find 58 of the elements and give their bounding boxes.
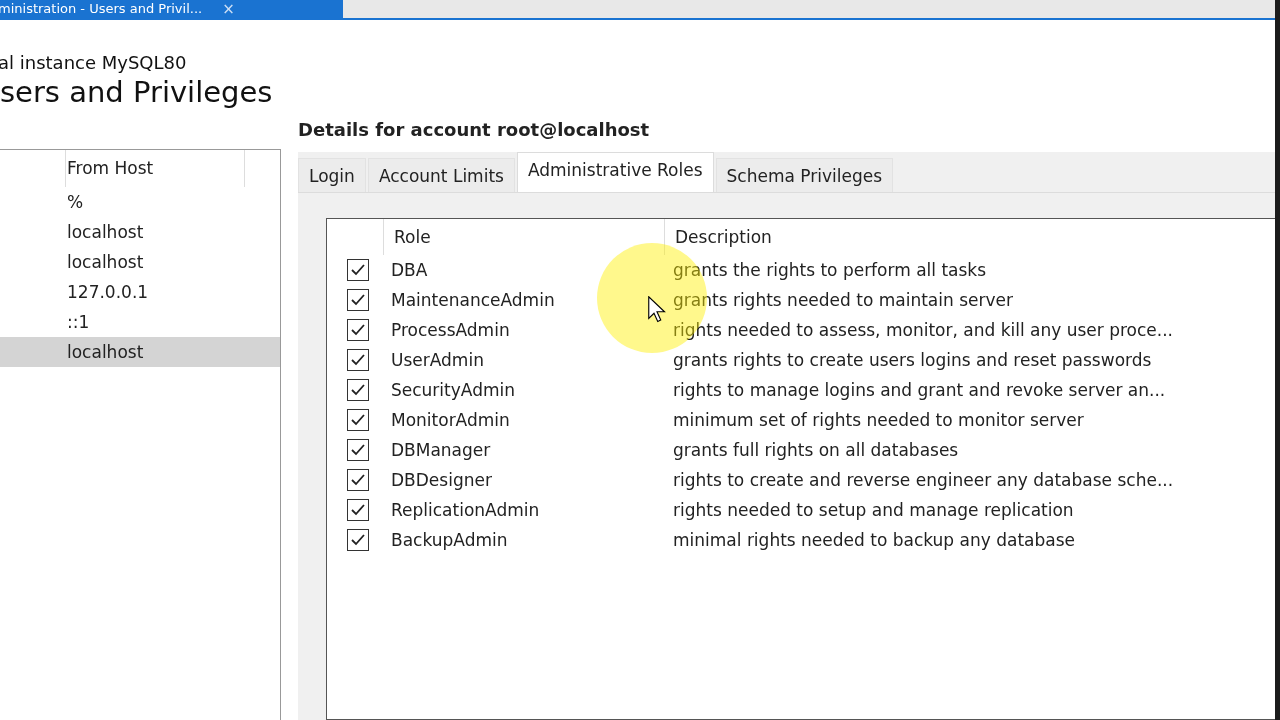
- checkbox[interactable]: [347, 319, 369, 341]
- host-row[interactable]: localhost: [0, 217, 280, 247]
- checkmark-icon: [350, 353, 366, 367]
- role-name: ProcessAdmin: [391, 320, 510, 340]
- checkmark-icon: [350, 263, 366, 277]
- tab[interactable]: Schema Privileges: [715, 158, 894, 192]
- role-description: rights to create and reverse engineer any database sche...: [673, 470, 1174, 490]
- column-header[interactable]: From Host: [65, 150, 245, 187]
- role-name: SecurityAdmin: [391, 380, 515, 400]
- role-description: rights needed to assess, monitor, and kill any user proce...: [673, 320, 1173, 340]
- checkbox[interactable]: [347, 499, 369, 521]
- checkmark-icon: [350, 533, 366, 547]
- tab[interactable]: Account Limits: [367, 158, 515, 192]
- checkmark-icon: [350, 443, 366, 457]
- tab[interactable]: Login: [298, 158, 366, 192]
- tab[interactable]: Administrative Roles: [516, 152, 714, 192]
- role-description: grants rights needed to maintain server: [673, 290, 1013, 310]
- host-row[interactable]: %: [0, 187, 280, 217]
- role-description: grants full rights on all databases: [673, 440, 959, 460]
- checkmark-icon: [350, 413, 366, 427]
- checkmark-icon: [350, 293, 366, 307]
- host-row[interactable]: localhost: [0, 337, 280, 367]
- checkbox[interactable]: [347, 349, 369, 371]
- checkmark-icon: [350, 473, 366, 487]
- role-description: grants the rights to perform all tasks: [673, 260, 987, 280]
- checkmark-icon: [350, 323, 366, 337]
- role-description: rights needed to setup and manage replication: [673, 500, 1074, 520]
- close-icon[interactable]: ×: [222, 1, 235, 17]
- host-row[interactable]: 127.0.0.1: [0, 277, 280, 307]
- host-row[interactable]: ::1: [0, 307, 280, 337]
- role-description: minimum set of rights needed to monitor server: [673, 410, 1084, 430]
- role-name: MonitorAdmin: [391, 410, 510, 430]
- checkbox[interactable]: [347, 529, 369, 551]
- checkbox[interactable]: [347, 289, 369, 311]
- document-tab[interactable]: ministration - Users and Privil... ×: [0, 0, 343, 18]
- role-name: DBDesigner: [391, 470, 492, 490]
- role-description: minimal rights needed to backup any database: [673, 530, 1075, 550]
- role-name: MaintenanceAdmin: [391, 290, 555, 310]
- checkbox[interactable]: [347, 409, 369, 431]
- role-name: ReplicationAdmin: [391, 500, 540, 520]
- role-name: DBManager: [391, 440, 491, 460]
- role-name: BackupAdmin: [391, 530, 508, 550]
- role-description: grants rights to create users logins and reset passwords: [673, 350, 1152, 370]
- role-name: DBA: [391, 260, 428, 280]
- role-description: rights to manage logins and grant and revoke server an...: [673, 380, 1166, 400]
- checkbox[interactable]: [347, 379, 369, 401]
- role-name: UserAdmin: [391, 350, 484, 370]
- checkbox[interactable]: [347, 439, 369, 461]
- checkmark-icon: [350, 503, 366, 517]
- column-header[interactable]: Role: [383, 219, 664, 255]
- checkmark-icon: [350, 383, 366, 397]
- host-row[interactable]: localhost: [0, 247, 280, 277]
- checkbox[interactable]: [347, 259, 369, 281]
- cursor-icon: [648, 296, 666, 323]
- column-header[interactable]: Description: [664, 219, 1228, 255]
- details-title: Details for account root@localhost: [298, 119, 650, 140]
- checkbox[interactable]: [347, 469, 369, 491]
- page-title: sers and Privileges: [0, 75, 274, 109]
